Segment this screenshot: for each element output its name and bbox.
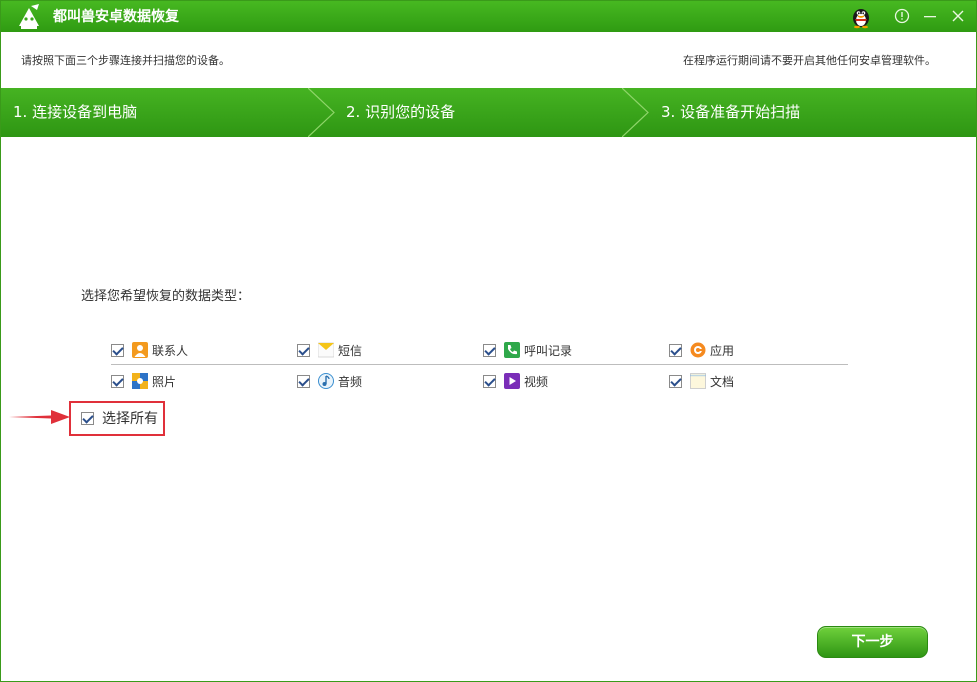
data-type-apps[interactable]: 应用	[669, 340, 734, 360]
photo-icon	[132, 373, 148, 389]
instruction-text: 请按照下面三个步骤连接并扫描您的设备。	[21, 54, 230, 67]
message-icon	[318, 342, 334, 358]
next-step-button[interactable]: 下一步	[817, 626, 928, 658]
data-type-call-log[interactable]: 呼叫记录	[483, 340, 572, 360]
step-separator-icon	[308, 88, 335, 137]
qq-penguin-icon[interactable]	[849, 5, 873, 29]
select-all-checkbox[interactable]: 选择所有	[81, 409, 158, 427]
step-ready-scan: 3. 设备准备开始扫描	[661, 103, 801, 121]
data-type-label: 文档	[710, 374, 735, 389]
title-bar[interactable]: 都叫兽安卓数据恢复	[1, 1, 976, 32]
data-type-label: 应用	[710, 343, 735, 358]
checkbox[interactable]	[81, 411, 94, 425]
data-type-contacts[interactable]: 联系人	[111, 340, 188, 360]
warning-text: 在程序运行期间请不要开启其他任何安卓管理软件。	[683, 54, 936, 67]
data-type-label: 呼叫记录	[524, 343, 573, 358]
contacts-icon	[132, 342, 148, 358]
minimize-icon[interactable]	[920, 6, 940, 26]
steps-bar: 1. 连接设备到电脑 2. 识别您的设备 3. 设备准备开始扫描	[1, 88, 976, 137]
divider	[111, 364, 848, 365]
data-type-documents[interactable]: 文档	[669, 371, 734, 391]
data-type-prompt: 选择您希望恢复的数据类型：	[81, 289, 251, 304]
step-separator-icon	[622, 88, 649, 137]
android-logo-icon	[19, 4, 39, 29]
data-type-video[interactable]: 视频	[483, 371, 548, 391]
checkbox[interactable]	[111, 343, 124, 357]
data-type-label: 短信	[338, 343, 363, 358]
select-all-label: 选择所有	[102, 411, 158, 427]
data-type-label: 照片	[152, 374, 177, 389]
data-type-label: 联系人	[152, 343, 189, 358]
data-type-label: 视频	[524, 374, 549, 389]
checkbox[interactable]	[669, 343, 682, 357]
red-arrow-annotation	[9, 410, 70, 424]
app-icon	[690, 342, 706, 358]
step-connect-device: 1. 连接设备到电脑	[13, 103, 138, 121]
checkbox[interactable]	[483, 343, 496, 357]
checkbox[interactable]	[297, 374, 310, 388]
info-icon[interactable]	[892, 6, 912, 26]
checkbox[interactable]	[297, 343, 310, 357]
data-type-audio[interactable]: 音频	[297, 371, 362, 391]
step-identify-device: 2. 识别您的设备	[346, 103, 456, 121]
video-icon	[504, 373, 520, 389]
app-window: 都叫兽安卓数据恢复 请按照下面三个步骤连接并扫描您的设备。 在程序运行期间请不要…	[0, 0, 977, 682]
data-type-messages[interactable]: 短信	[297, 340, 362, 360]
checkbox[interactable]	[111, 374, 124, 388]
window-title: 都叫兽安卓数据恢复	[53, 9, 179, 25]
close-icon[interactable]	[948, 6, 968, 26]
data-type-photos[interactable]: 照片	[111, 371, 176, 391]
call-log-icon	[504, 342, 520, 358]
audio-icon	[318, 373, 334, 389]
checkbox[interactable]	[483, 374, 496, 388]
checkbox[interactable]	[669, 374, 682, 388]
data-type-label: 音频	[338, 374, 363, 389]
document-icon	[690, 373, 706, 389]
